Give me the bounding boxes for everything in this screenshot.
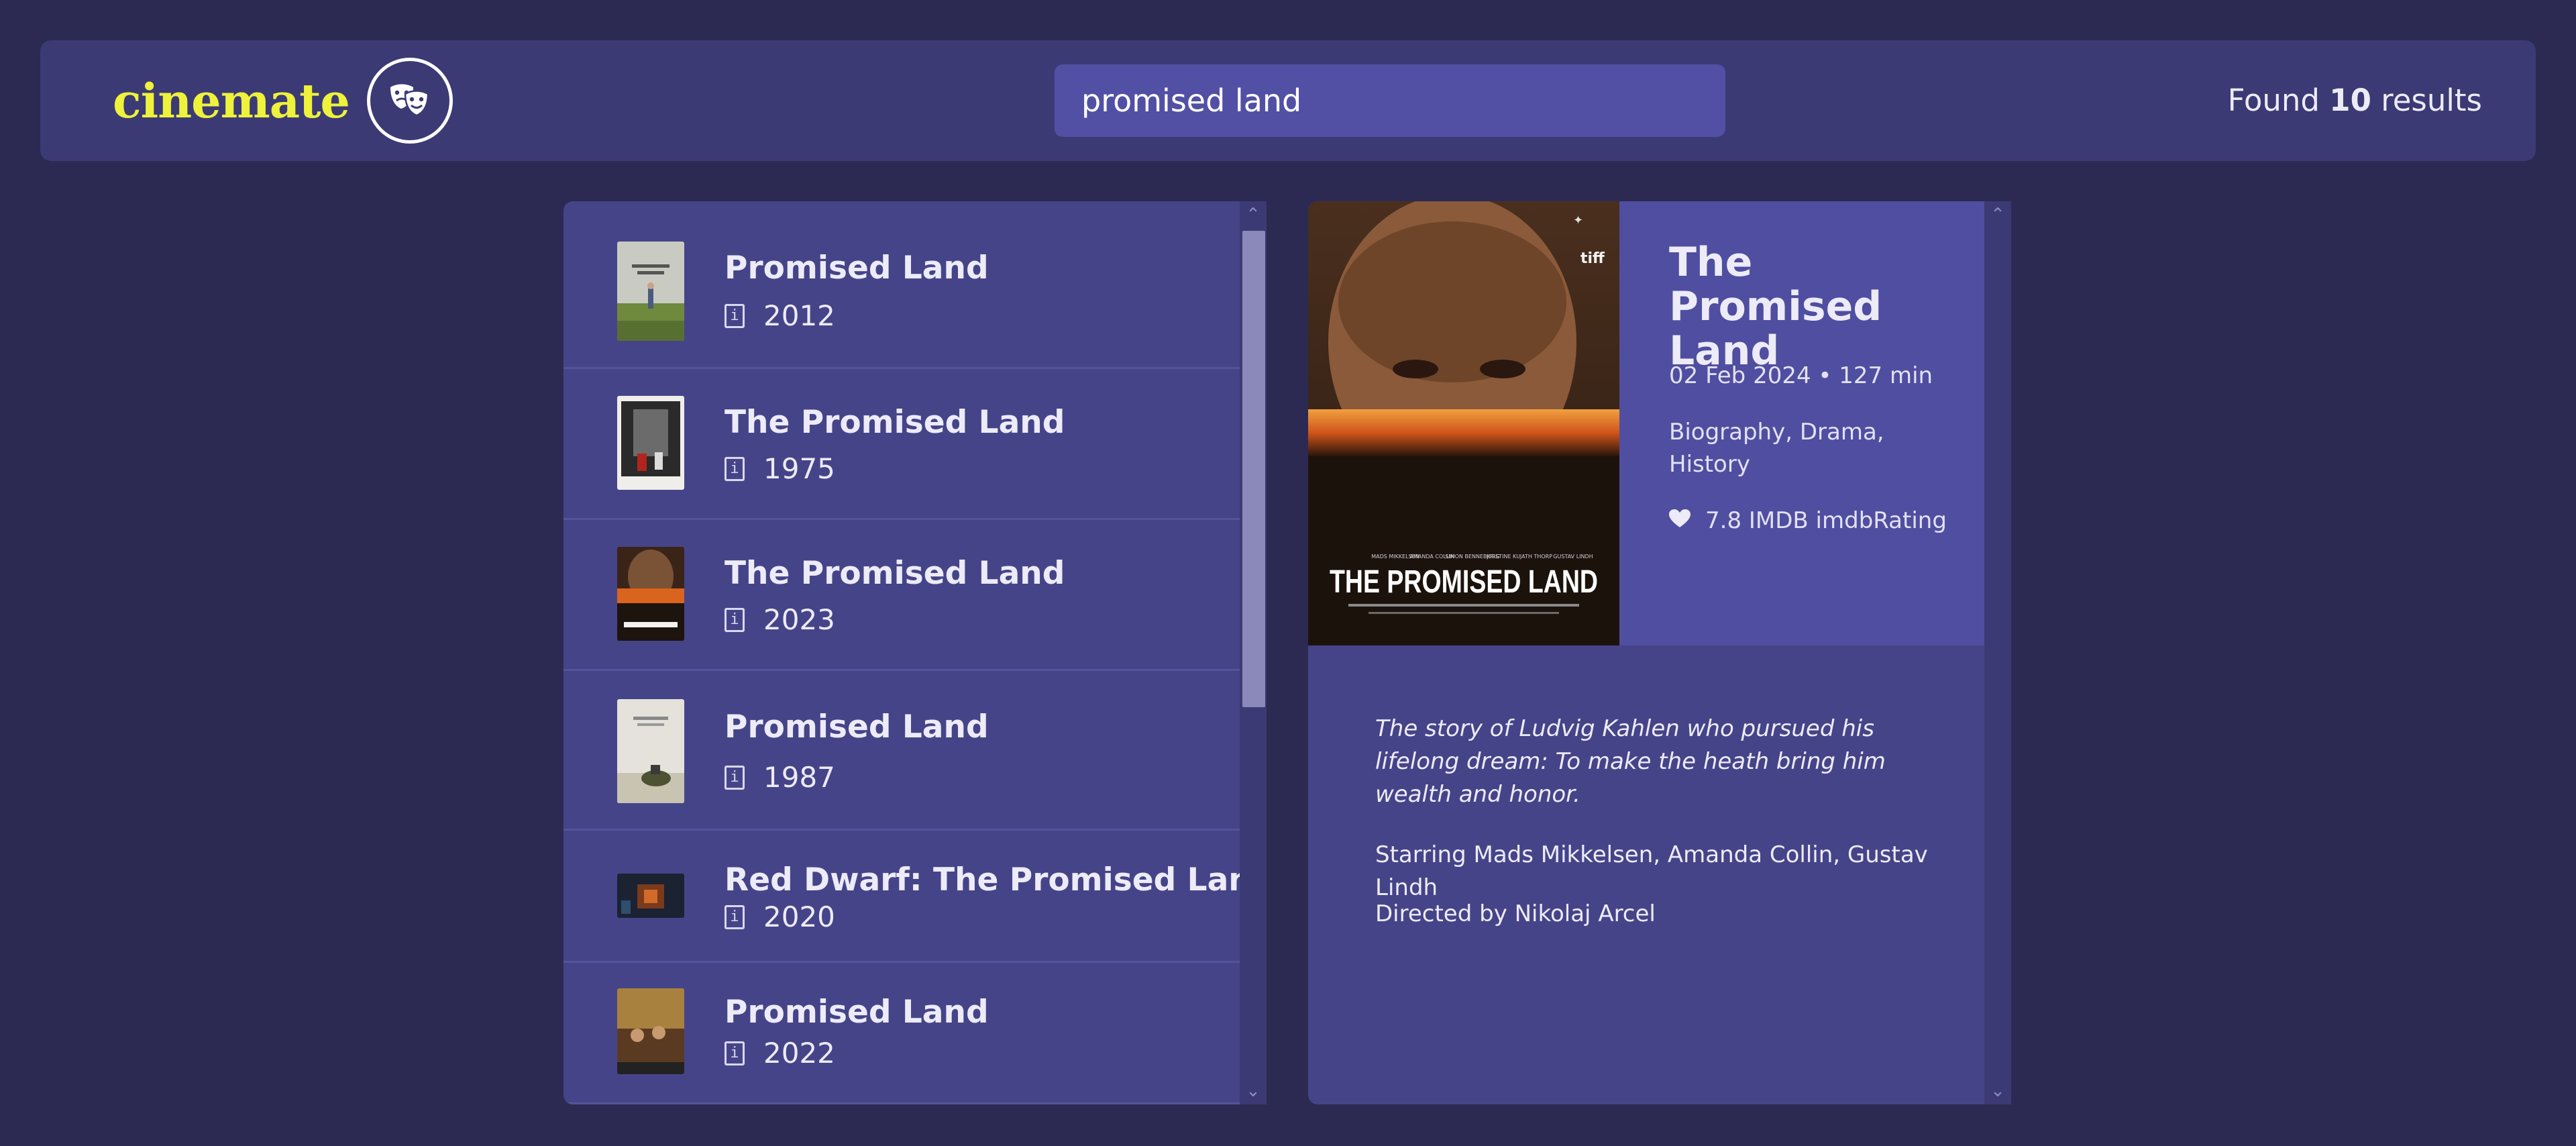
movie-title: Promised Land bbox=[724, 250, 989, 286]
movie-year: 1975 bbox=[763, 452, 835, 485]
poster-thumbnail bbox=[617, 988, 684, 1074]
scroll-down-icon[interactable]: ⌄ bbox=[1240, 1078, 1267, 1104]
release-runtime: 02 Feb 2024 • 127 min bbox=[1669, 362, 1933, 389]
plot-summary: The story of Ludvig Kahlen who pursued h… bbox=[1375, 715, 1886, 808]
app-header: cinemate promised land Found 10 results bbox=[40, 40, 2536, 161]
poster-thumbnail bbox=[617, 547, 684, 641]
movie-year: 2023 bbox=[763, 603, 835, 636]
director: Directed by Nikolaj Arcel bbox=[1375, 900, 1656, 927]
scroll-down-icon[interactable]: ⌄ bbox=[1984, 1078, 2011, 1104]
detail-title: The Promised Land bbox=[1669, 239, 1882, 374]
movie-poster: ✦ tiff MADS MIKKELSEN AMANDA COLLIN SIMO… bbox=[1308, 201, 1619, 645]
movie-detail-panel: ✦ tiff MADS MIKKELSEN AMANDA COLLIN SIMO… bbox=[1308, 201, 1984, 1104]
detail-scrollbar[interactable]: ⌃ ⌄ bbox=[1984, 201, 2011, 1104]
movie-title: Promised Land bbox=[724, 709, 989, 745]
scroll-up-icon[interactable]: ⌃ bbox=[1984, 201, 2011, 228]
results-prefix: Found bbox=[2227, 83, 2320, 118]
movie-title: Red Dwarf: The Promised Land bbox=[724, 862, 1240, 898]
list-item[interactable]: Promised Land i 2022 bbox=[564, 963, 1240, 1104]
rating-row: 7.8 IMDB imdbRating bbox=[1669, 505, 1957, 537]
detail-header: ✦ tiff MADS MIKKELSEN AMANDA COLLIN SIMO… bbox=[1308, 201, 1984, 645]
results-count: Found 10 results bbox=[2228, 64, 2482, 137]
movie-year-row: i 2020 bbox=[724, 900, 835, 933]
movie-title: The Promised Land bbox=[724, 404, 1065, 441]
movie-year: 2020 bbox=[763, 900, 835, 933]
movie-year-row: i 1987 bbox=[724, 761, 835, 794]
list-item[interactable]: Red Dwarf: The Promised Land i 2020 bbox=[564, 831, 1240, 963]
poster-thumbnail bbox=[617, 874, 684, 918]
list-item[interactable]: The Promised Land i 1975 bbox=[564, 369, 1240, 520]
svg-text:✦: ✦ bbox=[1573, 213, 1583, 227]
movie-title: The Promised Land bbox=[724, 555, 1065, 592]
movie-year: 2022 bbox=[763, 1037, 835, 1070]
scroll-up-icon[interactable]: ⌃ bbox=[1240, 201, 1267, 228]
heart-icon bbox=[1669, 505, 1690, 537]
results-list: Promised Land i 2012 The Promised Land i… bbox=[564, 201, 1240, 1104]
info-icon: i bbox=[724, 765, 745, 790]
movie-year: 1987 bbox=[763, 761, 835, 794]
movie-year-row: i 2012 bbox=[724, 299, 835, 332]
poster-title: THE PROMISED LAND bbox=[1330, 564, 1598, 600]
results-number: 10 bbox=[2329, 83, 2371, 118]
genres: Biography, Drama, History bbox=[1669, 419, 1884, 478]
poster-thumbnail bbox=[617, 699, 684, 803]
logo-text: cinemate bbox=[113, 72, 350, 129]
scroll-thumb[interactable] bbox=[1242, 231, 1265, 707]
info-icon: i bbox=[724, 456, 745, 481]
movie-year-row: i 2022 bbox=[724, 1037, 835, 1070]
poster-badge: tiff bbox=[1580, 250, 1605, 267]
info-icon: i bbox=[724, 904, 745, 929]
movie-year-row: i 1975 bbox=[724, 452, 835, 485]
info-icon: i bbox=[724, 1041, 745, 1065]
theater-masks-icon bbox=[366, 58, 453, 144]
movie-title: Promised Land bbox=[724, 994, 989, 1031]
movie-year: 2012 bbox=[763, 299, 835, 332]
results-scrollbar[interactable]: ⌃ ⌄ bbox=[1240, 201, 1267, 1104]
imdb-rating: 7.8 IMDB imdbRating bbox=[1705, 507, 1947, 534]
poster-thumbnail bbox=[617, 396, 684, 490]
movie-year-row: i 2023 bbox=[724, 603, 835, 636]
svg-text:KRISTINE KUJATH THORP: KRISTINE KUJATH THORP bbox=[1487, 554, 1552, 560]
poster-cast-names: MADS MIKKELSEN AMANDA COLLIN SIMON BENNE… bbox=[1371, 554, 1593, 560]
list-item[interactable]: The Promised Land i 2023 bbox=[564, 520, 1240, 671]
logo[interactable]: cinemate bbox=[113, 58, 453, 144]
info-icon: i bbox=[724, 303, 745, 328]
cast-list: Starring Mads Mikkelsen, Amanda Collin, … bbox=[1375, 841, 1928, 901]
poster-thumbnail bbox=[617, 242, 684, 341]
results-suffix: results bbox=[2381, 83, 2482, 118]
list-item[interactable]: Promised Land i 1987 bbox=[564, 671, 1240, 831]
search-input[interactable]: promised land bbox=[1055, 64, 1725, 137]
info-icon: i bbox=[724, 607, 745, 632]
list-item[interactable]: Promised Land i 2012 bbox=[564, 201, 1240, 369]
svg-text:GUSTAV LINDH: GUSTAV LINDH bbox=[1553, 554, 1593, 560]
